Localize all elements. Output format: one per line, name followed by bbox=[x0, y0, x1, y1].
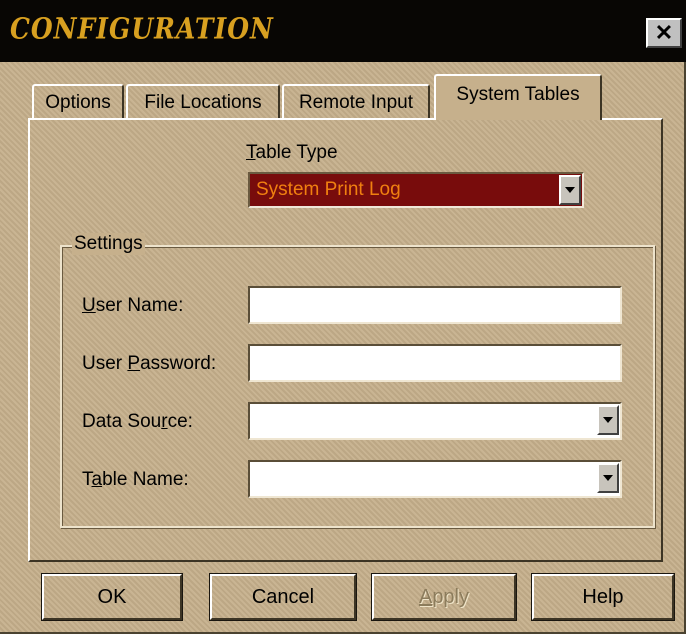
tab-system-tables[interactable]: System Tables bbox=[434, 74, 602, 120]
user-password-input[interactable] bbox=[250, 346, 620, 380]
table-name-label: Table Name: bbox=[82, 469, 189, 490]
apply-button-label: Apply bbox=[418, 585, 470, 608]
cancel-button-label: Cancel bbox=[251, 585, 315, 608]
table-name-select[interactable] bbox=[248, 460, 622, 498]
user-name-field[interactable] bbox=[248, 286, 622, 324]
close-button[interactable]: ✕ bbox=[646, 18, 682, 48]
tab-label: File Locations bbox=[144, 92, 262, 113]
data-source-label: Data Source: bbox=[82, 411, 193, 432]
cancel-button[interactable]: Cancel bbox=[209, 573, 357, 621]
data-source-select[interactable] bbox=[248, 402, 622, 440]
chevron-down-icon bbox=[603, 417, 613, 423]
configuration-dialog: CONFIGURATION ✕ Options File Locations R… bbox=[0, 0, 686, 634]
help-button-label: Help bbox=[582, 585, 624, 608]
table-type-value: System Print Log bbox=[256, 179, 401, 200]
settings-group-legend: Settings bbox=[72, 233, 145, 255]
chevron-down-icon bbox=[565, 187, 575, 193]
tab-label: Remote Input bbox=[298, 92, 414, 113]
user-name-input[interactable] bbox=[250, 288, 620, 322]
apply-button[interactable]: Apply bbox=[371, 573, 517, 621]
ok-button[interactable]: OK bbox=[41, 573, 183, 621]
tab-remote-input[interactable]: Remote Input bbox=[282, 84, 430, 120]
table-type-label: Table Type bbox=[246, 142, 338, 163]
table-type-select[interactable]: System Print Log bbox=[248, 172, 584, 208]
user-password-field[interactable] bbox=[248, 344, 622, 382]
data-source-dropdown-button[interactable] bbox=[597, 405, 619, 435]
close-icon: ✕ bbox=[654, 20, 674, 45]
help-button[interactable]: Help bbox=[531, 573, 675, 621]
ok-button-label: OK bbox=[97, 585, 127, 608]
window-title: CONFIGURATION bbox=[10, 11, 274, 46]
tab-label: Options bbox=[45, 92, 111, 113]
user-name-label: User Name: bbox=[82, 295, 184, 316]
tab-options[interactable]: Options bbox=[32, 84, 124, 120]
tab-file-locations[interactable]: File Locations bbox=[126, 84, 280, 120]
user-password-label: User Password: bbox=[82, 353, 217, 374]
chevron-down-icon bbox=[603, 475, 613, 481]
tab-label: System Tables bbox=[456, 84, 580, 105]
table-type-dropdown-button[interactable] bbox=[559, 175, 581, 205]
table-name-dropdown-button[interactable] bbox=[597, 463, 619, 493]
title-bar[interactable]: CONFIGURATION ✕ bbox=[0, 0, 686, 62]
